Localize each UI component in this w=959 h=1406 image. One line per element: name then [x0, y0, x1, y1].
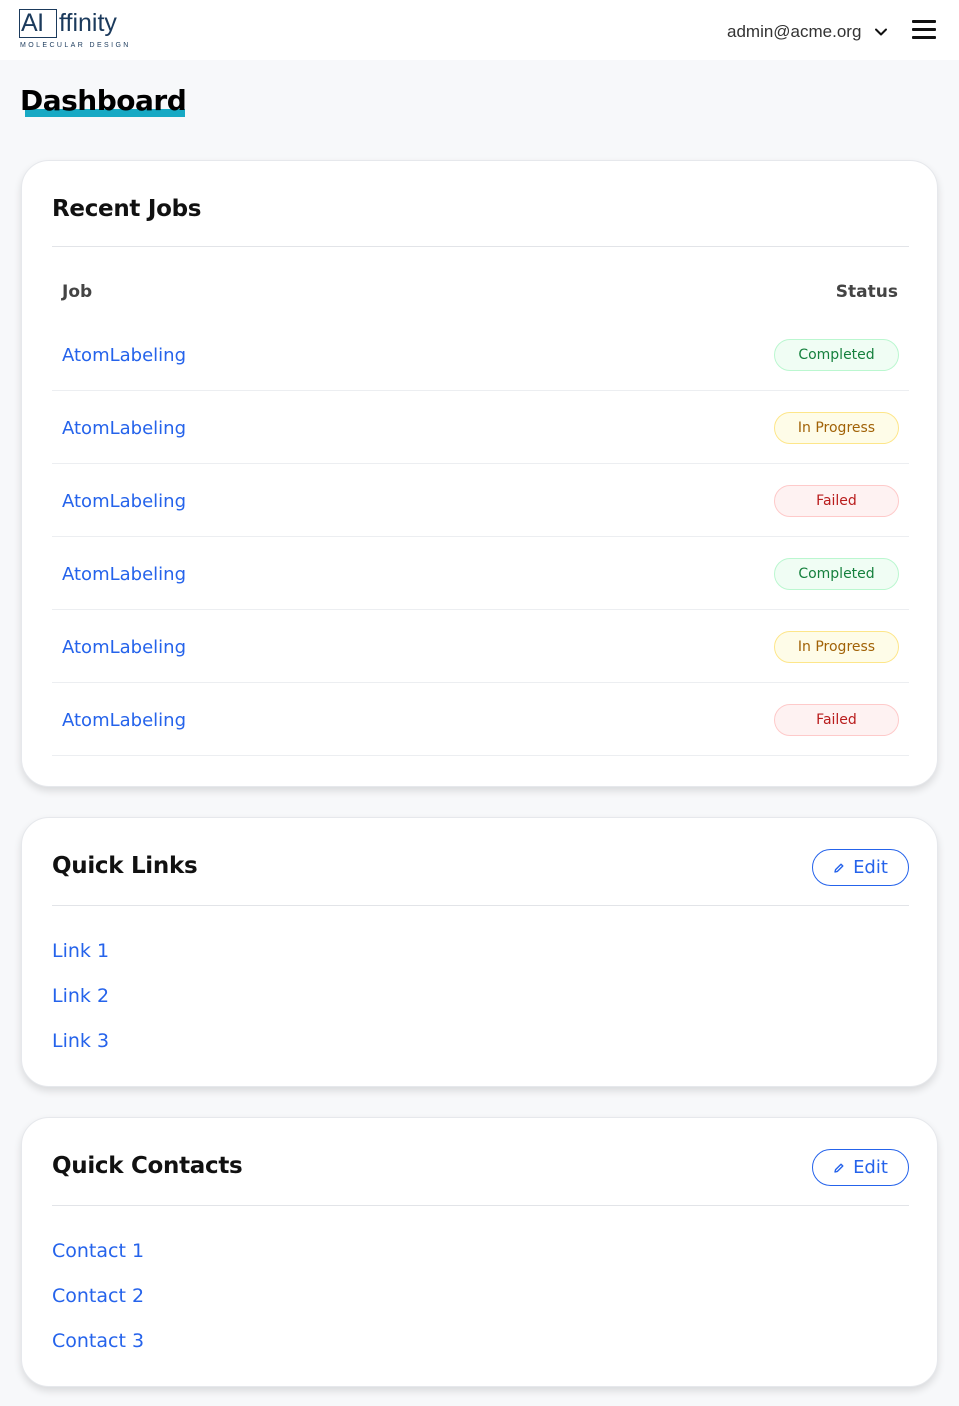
recent-jobs-title: Recent Jobs [52, 196, 202, 222]
card-divider [52, 246, 909, 247]
column-header-job: Job [62, 282, 93, 302]
edit-quick-links-button[interactable]: Edit [812, 849, 909, 886]
quick-links-card: Quick Links Edit Link 1 Link 2 Link 3 [21, 817, 938, 1087]
status-badge: Completed [774, 558, 899, 590]
user-email: admin@acme.org [727, 22, 862, 41]
table-row: AtomLabeling Failed [52, 683, 909, 756]
quick-link[interactable]: Link 3 [52, 1030, 109, 1052]
quick-contacts-title: Quick Contacts [52, 1153, 243, 1179]
job-link[interactable]: AtomLabeling [62, 418, 186, 439]
edit-quick-contacts-button[interactable]: Edit [812, 1149, 909, 1186]
quick-link[interactable]: Link 2 [52, 985, 109, 1007]
job-link[interactable]: AtomLabeling [62, 491, 186, 512]
logo-brand-text: ffinity [59, 9, 117, 37]
page-title-wrapper: Dashboard [20, 84, 187, 117]
edit-label: Edit [853, 857, 888, 878]
quick-links-title: Quick Links [52, 853, 198, 879]
top-header: AI ffinity MOLECULAR DESIGN admin@acme.o… [0, 0, 959, 60]
chevron-down-icon [875, 28, 888, 36]
user-menu-dropdown[interactable]: admin@acme.org [727, 18, 889, 46]
quick-link[interactable]: Link 1 [52, 940, 109, 962]
status-badge: Failed [774, 704, 899, 736]
logo-tagline: MOLECULAR DESIGN [20, 42, 131, 49]
job-link[interactable]: AtomLabeling [62, 710, 186, 731]
quick-contacts-card: Quick Contacts Edit Contact 1 Contact 2 … [21, 1117, 938, 1387]
logo-ai-text: AI [21, 9, 44, 37]
table-row: AtomLabeling In Progress [52, 391, 909, 464]
column-header-status: Status [835, 282, 898, 302]
table-row: AtomLabeling Completed [52, 318, 909, 391]
table-row: AtomLabeling Completed [52, 537, 909, 610]
status-badge: Failed [774, 485, 899, 517]
page-title: Dashboard [20, 84, 187, 117]
pencil-icon [834, 863, 844, 873]
quick-contact[interactable]: Contact 3 [52, 1330, 144, 1352]
row-divider [52, 755, 909, 756]
status-badge: Completed [774, 339, 899, 371]
edit-label: Edit [853, 1157, 888, 1178]
card-divider [52, 1205, 909, 1206]
pencil-icon [834, 1163, 844, 1173]
quick-contact[interactable]: Contact 1 [52, 1240, 144, 1262]
status-badge: In Progress [774, 631, 899, 663]
quick-contact[interactable]: Contact 2 [52, 1285, 144, 1307]
affinity-logo[interactable]: AI ffinity MOLECULAR DESIGN [19, 9, 139, 53]
table-row: AtomLabeling In Progress [52, 610, 909, 683]
status-badge: In Progress [774, 412, 899, 444]
table-row: AtomLabeling Failed [52, 464, 909, 537]
job-link[interactable]: AtomLabeling [62, 564, 186, 585]
card-divider [52, 905, 909, 906]
recent-jobs-card: Recent Jobs Job Status AtomLabeling Comp… [21, 160, 938, 787]
job-link[interactable]: AtomLabeling [62, 637, 186, 658]
hamburger-menu-icon[interactable] [912, 20, 936, 40]
job-link[interactable]: AtomLabeling [62, 345, 186, 366]
